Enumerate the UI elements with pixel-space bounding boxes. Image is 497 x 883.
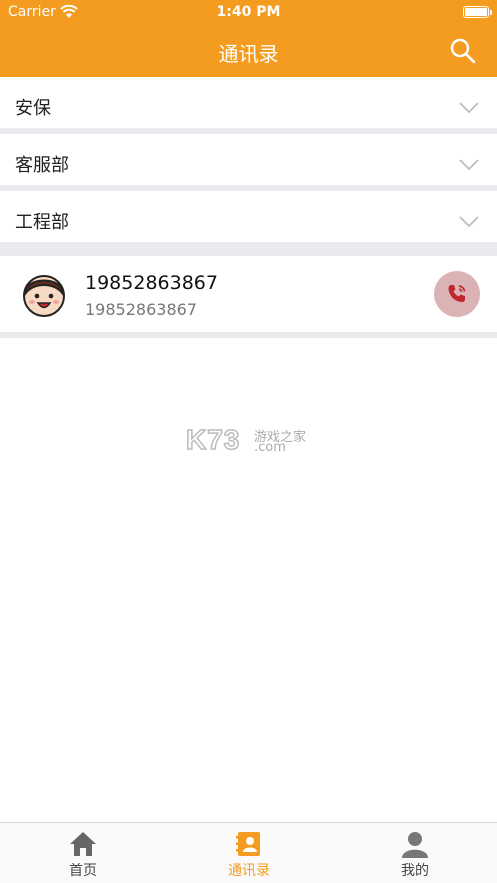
contact-name: 19852863867 [85, 272, 218, 294]
tab-profile[interactable]: 我的 [332, 823, 497, 883]
contact-item[interactable]: 19852863867 19852863867 [0, 256, 497, 338]
call-button[interactable] [434, 271, 480, 317]
group-label: 安保 [15, 98, 51, 119]
contacts-icon [235, 830, 263, 858]
tab-label: 通讯录 [228, 863, 270, 879]
tab-contacts[interactable]: 通讯录 [166, 823, 332, 883]
tab-label: 我的 [401, 863, 429, 879]
group-row-security[interactable]: 安保 [0, 77, 497, 134]
contact-list: 安保 客服部 工程部 19852863867 19852863867 [0, 77, 497, 338]
group-row-customer-service[interactable]: 客服部 [0, 134, 497, 191]
tab-bar: 首页 通讯录 我的 [0, 822, 497, 883]
watermark-com: .com [254, 440, 286, 455]
watermark-main: K73 [185, 423, 241, 456]
avatar [20, 270, 68, 318]
watermark-logo: K73 游戏之家 .com [185, 423, 316, 458]
group-label: 客服部 [15, 155, 69, 176]
chevron-down-icon [459, 99, 479, 118]
nav-bar: 通讯录 [0, 24, 497, 77]
tab-home[interactable]: 首页 [0, 823, 166, 883]
clock: 1:40 PM [216, 4, 281, 20]
home-icon [69, 830, 97, 858]
group-row-engineering[interactable]: 工程部 [0, 191, 497, 248]
battery-icon [463, 6, 492, 18]
page-title: 通讯录 [218, 42, 279, 66]
tab-label: 首页 [69, 863, 97, 879]
section-divider [0, 248, 497, 256]
contact-phone: 19852863867 [85, 300, 197, 319]
search-icon[interactable] [449, 37, 477, 65]
group-label: 工程部 [15, 212, 69, 233]
user-icon [401, 830, 429, 858]
chevron-down-icon [459, 213, 479, 232]
status-bar: Carrier 1:40 PM [0, 0, 497, 24]
chevron-down-icon [459, 156, 479, 175]
phone-icon [448, 285, 466, 302]
